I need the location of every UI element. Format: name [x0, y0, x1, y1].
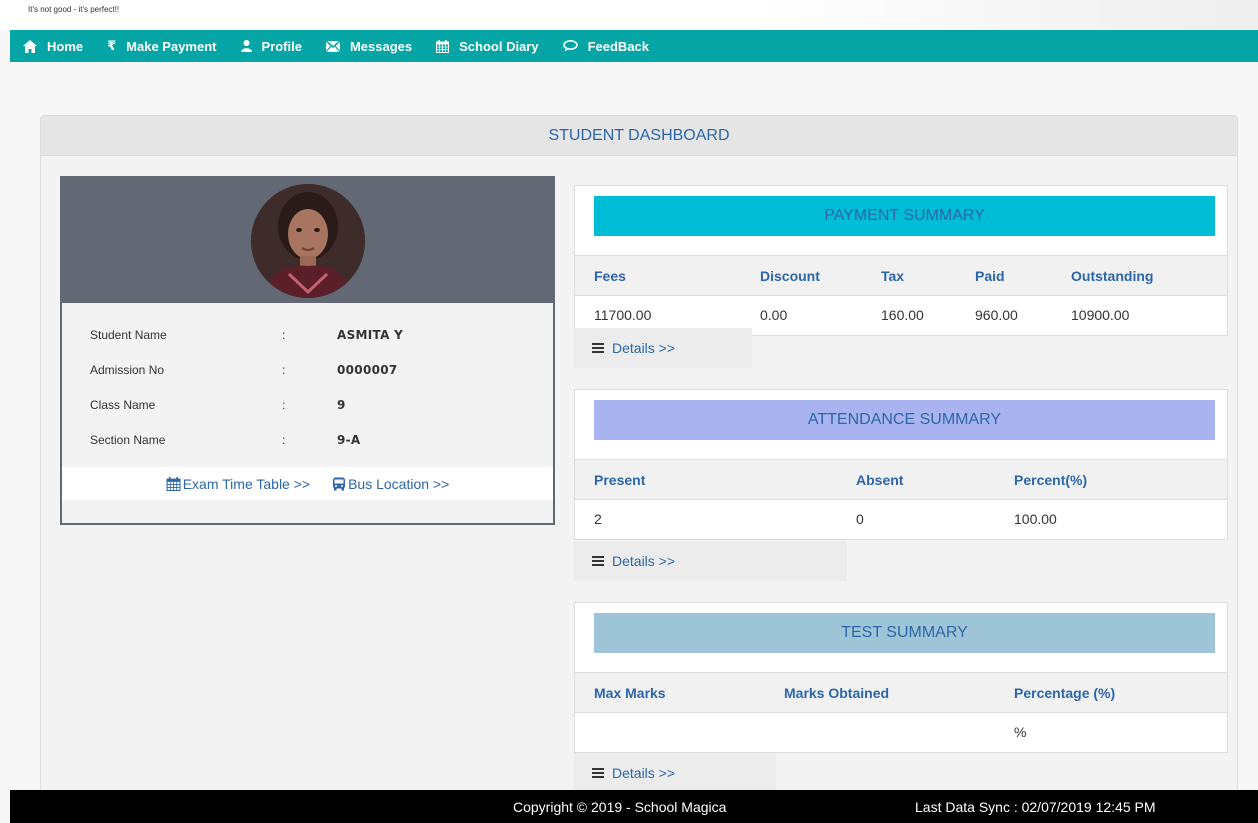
- list-icon: [592, 556, 604, 566]
- nav-make-payment-label: Make Payment: [126, 38, 217, 54]
- test-table: Max Marks Marks Obtained Percentage (%) …: [575, 672, 1227, 752]
- outstanding-value: 10900.00: [1071, 307, 1130, 324]
- table-header-row: Fees Discount Tax Paid Outstanding: [575, 255, 1227, 296]
- dashboard-title: STUDENT DASHBOARD: [41, 116, 1237, 156]
- student-name-value: ASMITA Y: [337, 327, 404, 342]
- marks-obtained-value: [765, 713, 995, 752]
- test-summary-box: TEST SUMMARY Max Marks Marks Obtained Pe…: [574, 602, 1228, 753]
- present-value: 2: [594, 511, 602, 528]
- test-details-link[interactable]: Details >>: [574, 753, 776, 793]
- col-header-percentage: Percentage (%): [995, 672, 1227, 713]
- bus-icon: [333, 477, 346, 490]
- tax-value: 160.00: [881, 307, 924, 324]
- nav-feedback-label: FeedBack: [587, 38, 650, 54]
- separator: :: [282, 432, 286, 447]
- bus-location-label: Bus Location >>: [348, 475, 450, 492]
- attendance-table: Present Absent Percent(%) 2 0 100.00: [575, 459, 1227, 539]
- student-name-row: Student Name : ASMITA Y: [62, 317, 553, 352]
- payment-table: Fees Discount Tax Paid Outstanding 11700…: [575, 255, 1227, 335]
- table-header-row: Max Marks Marks Obtained Percentage (%): [575, 672, 1227, 713]
- percentage-value: %: [1014, 724, 1027, 741]
- admission-no-label: Admission No: [90, 362, 165, 377]
- percent-value: 100.00: [1014, 511, 1057, 528]
- profile-header: [62, 178, 553, 303]
- payment-details-link[interactable]: Details >>: [574, 328, 752, 368]
- nav-home-label: Home: [47, 38, 84, 54]
- calendar-icon: [436, 39, 450, 53]
- nav-messages-label: Messages: [349, 38, 413, 54]
- exam-time-table-link[interactable]: Exam Time Table >>: [166, 476, 310, 492]
- table-header-row: Present Absent Percent(%): [575, 459, 1227, 500]
- bus-location-link[interactable]: Bus Location >>: [332, 476, 449, 492]
- user-icon: [240, 40, 252, 52]
- payment-summary-box: PAYMENT SUMMARY Fees Discount Tax Paid O…: [574, 185, 1228, 336]
- nav-make-payment[interactable]: ₹ Make Payment: [107, 39, 216, 54]
- envelope-icon: [325, 40, 340, 52]
- col-header-max-marks: Max Marks: [575, 672, 765, 713]
- comment-icon: [562, 40, 578, 52]
- col-header-outstanding: Outstanding: [1052, 255, 1227, 296]
- student-profile-card: Student Name : ASMITA Y Admission No : 0…: [60, 176, 555, 525]
- col-header-paid: Paid: [956, 255, 1052, 296]
- student-name-label: Student Name: [90, 327, 167, 342]
- test-summary-title: TEST SUMMARY: [594, 613, 1215, 653]
- nav-home[interactable]: Home: [23, 39, 83, 54]
- top-bar: [0, 0, 1258, 30]
- list-icon: [592, 343, 604, 353]
- calendar-icon: [166, 476, 181, 491]
- test-details-label: Details >>: [612, 765, 676, 781]
- class-name-row: Class Name : 9: [62, 387, 553, 422]
- nav-messages[interactable]: Messages: [325, 38, 413, 54]
- nav-profile-label: Profile: [261, 38, 302, 54]
- col-header-absent: Absent: [837, 459, 995, 500]
- discount-value: 0.00: [760, 307, 788, 324]
- payment-summary-title: PAYMENT SUMMARY: [594, 196, 1215, 236]
- col-header-percent: Percent(%): [995, 459, 1227, 500]
- col-header-marks-obtained: Marks Obtained: [765, 672, 995, 713]
- attendance-summary-box: ATTENDANCE SUMMARY Present Absent Percen…: [574, 389, 1228, 540]
- col-header-discount: Discount: [741, 255, 862, 296]
- table-row: 2 0 100.00: [575, 500, 1227, 539]
- attendance-details-link[interactable]: Details >>: [574, 541, 847, 581]
- admission-no-row: Admission No : 0000007: [62, 352, 553, 387]
- section-name-label: Section Name: [90, 432, 166, 447]
- class-name-value: 9: [337, 397, 346, 412]
- attendance-summary-title: ATTENDANCE SUMMARY: [594, 400, 1215, 440]
- section-name-value: 9-A: [337, 432, 361, 447]
- admission-no-value: 0000007: [337, 362, 398, 377]
- paid-value: 960.00: [975, 307, 1018, 324]
- footer: Copyright © 2019 - School Magica Last Da…: [10, 790, 1258, 823]
- student-dashboard-panel: STUDENT DASHBOARD Student Name : ASMITA …: [40, 115, 1238, 805]
- max-marks-value: [575, 713, 765, 752]
- col-header-tax: Tax: [862, 255, 956, 296]
- table-row: %: [575, 713, 1227, 752]
- copyright-text: Copyright © 2019 - School Magica: [513, 799, 727, 815]
- attendance-details-label: Details >>: [612, 553, 676, 569]
- nav-feedback[interactable]: FeedBack: [562, 38, 650, 54]
- payment-details-label: Details >>: [612, 340, 676, 356]
- avatar: [250, 183, 365, 298]
- col-header-fees: Fees: [575, 255, 741, 296]
- tagline: It's not good - it's perfect!!: [28, 5, 120, 14]
- class-name-label: Class Name: [90, 397, 156, 412]
- separator: :: [282, 362, 286, 377]
- section-name-row: Section Name : 9-A: [62, 422, 553, 457]
- col-header-present: Present: [575, 459, 837, 500]
- list-icon: [592, 768, 604, 778]
- nav-school-diary-label: School Diary: [459, 38, 539, 54]
- separator: :: [282, 397, 286, 412]
- nav-school-diary[interactable]: School Diary: [436, 38, 539, 54]
- last-sync-text: Last Data Sync : 02/07/2019 12:45 PM: [915, 799, 1156, 815]
- profile-links: Exam Time Table >> Bus Location >>: [62, 467, 553, 500]
- home-icon: [23, 39, 37, 53]
- absent-value: 0: [856, 511, 864, 528]
- rupee-icon: ₹: [107, 38, 117, 54]
- exam-time-table-label: Exam Time Table >>: [182, 475, 311, 492]
- nav-profile[interactable]: Profile: [240, 38, 302, 54]
- separator: :: [282, 327, 286, 342]
- main-navbar: Home ₹ Make Payment Profile Messages Sch…: [10, 30, 1258, 62]
